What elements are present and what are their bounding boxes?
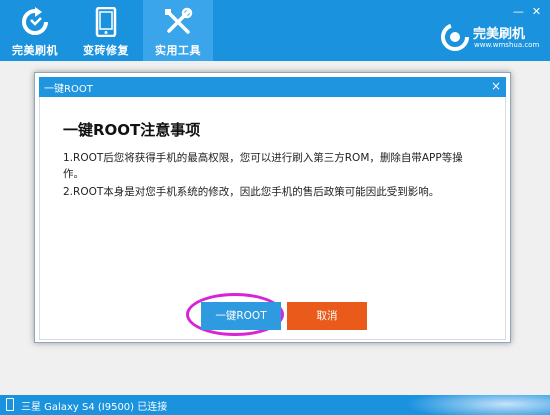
cancel-button[interactable]: 取消	[287, 302, 367, 330]
dialog-close-icon[interactable]: ×	[491, 79, 501, 93]
status-bar: 三星 Galaxy S4 (I9500) 已连接	[0, 395, 550, 415]
tab-utilities[interactable]: 实用工具	[143, 0, 213, 61]
one-click-root-button[interactable]: 一键ROOT	[201, 302, 281, 330]
refresh-icon	[0, 7, 70, 35]
close-window-button[interactable]: ✕	[530, 6, 543, 18]
brand-url: www.wmshua.com	[474, 41, 540, 49]
notice-item: 1.ROOT后您将获得手机的最高权限，您可以进行刷入第三方ROM，删除自带APP…	[63, 152, 463, 180]
tab-perfect-flash[interactable]: 完美刷机	[0, 0, 70, 61]
tools-icon	[143, 7, 213, 35]
brand: 完美刷机 www.wmshua.com	[440, 20, 545, 54]
notice-item: 2.ROOT本身是对您手机系统的修改，因此您手机的售后政策可能因此受到影响。	[63, 186, 440, 198]
dialog-titlebar[interactable]: 一键ROOT ×	[39, 77, 506, 97]
root-dialog: 一键ROOT × 一键ROOT注意事项 1.ROOT后您将获得手机的最高权限，您…	[34, 72, 511, 343]
tab-label: 变砖修复	[83, 44, 129, 57]
dialog-body: 一键ROOT注意事项 1.ROOT后您将获得手机的最高权限，您可以进行刷入第三方…	[39, 97, 506, 340]
phone-icon	[71, 7, 141, 37]
brand-logo-icon	[440, 22, 470, 52]
tab-label: 实用工具	[155, 44, 201, 57]
tab-brick-repair[interactable]: 变砖修复	[71, 0, 141, 61]
dialog-title: 一键ROOT	[44, 84, 93, 95]
device-status: 三星 Galaxy S4 (I9500) 已连接	[21, 402, 168, 413]
notice-heading: 一键ROOT注意事项	[63, 121, 201, 139]
tab-label: 完美刷机	[12, 44, 58, 57]
app-header: 完美刷机 变砖修复 实用工具 — ✕ 完美刷机 www.wmshua.com	[0, 0, 550, 61]
brand-name: 完美刷机	[473, 27, 526, 42]
device-phone-icon	[6, 398, 14, 411]
minimize-button[interactable]: —	[512, 6, 525, 18]
